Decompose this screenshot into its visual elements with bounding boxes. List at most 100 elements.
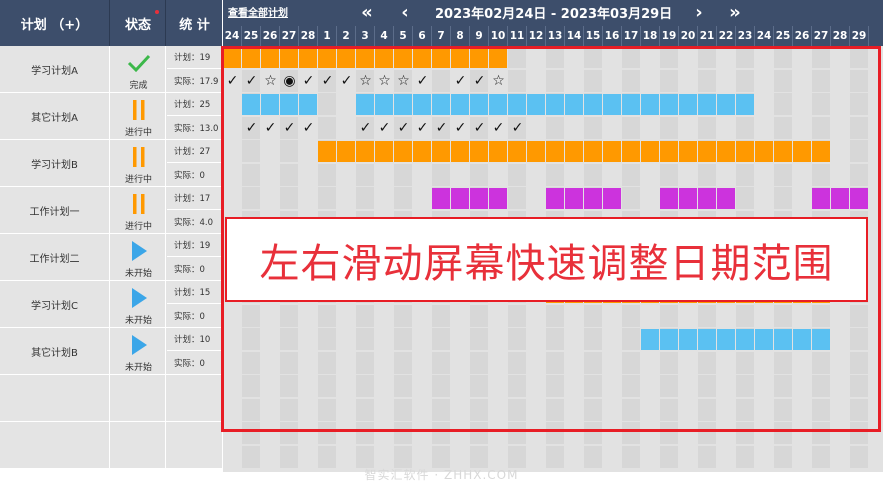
grid-cell[interactable] <box>565 163 583 186</box>
grid-cell[interactable] <box>413 351 431 374</box>
grid-cell[interactable] <box>280 163 298 186</box>
grid-cell[interactable] <box>641 69 659 92</box>
grid-cell[interactable] <box>451 163 469 186</box>
grid-cell[interactable] <box>413 163 431 186</box>
plan-bar-segment[interactable] <box>546 141 564 162</box>
grid-cell[interactable] <box>584 163 602 186</box>
grid-cell[interactable] <box>223 93 241 115</box>
plan-bar-segment[interactable] <box>318 141 336 162</box>
grid-cell[interactable] <box>736 46 754 68</box>
grid-cell[interactable] <box>584 375 602 397</box>
grid-cell[interactable] <box>508 187 526 209</box>
grid-cell[interactable] <box>565 69 583 92</box>
grid-cell[interactable] <box>850 351 868 374</box>
plan-row[interactable]: 学习计划A 完成 计划：19 实际：17.9 <box>0 46 222 93</box>
grid-cell[interactable] <box>299 304 317 327</box>
grid-cell[interactable] <box>736 351 754 374</box>
grid-cell[interactable] <box>831 328 849 350</box>
grid-cell[interactable] <box>413 187 431 209</box>
grid-cell[interactable] <box>736 398 754 421</box>
grid-cell[interactable] <box>527 116 545 139</box>
grid-cell[interactable] <box>584 304 602 327</box>
grid-cell[interactable] <box>337 398 355 421</box>
grid-cell[interactable] <box>280 140 298 162</box>
first-page-button[interactable]: « <box>355 1 379 23</box>
grid-cell[interactable] <box>299 422 317 444</box>
grid-cell[interactable] <box>584 398 602 421</box>
grid-cell[interactable] <box>546 351 564 374</box>
grid-cell[interactable] <box>242 351 260 374</box>
grid-cell[interactable] <box>774 445 792 468</box>
grid-cell[interactable] <box>717 163 735 186</box>
grid-cell[interactable] <box>793 93 811 115</box>
grid-cell[interactable] <box>831 351 849 374</box>
plan-name[interactable]: 学习计划C <box>0 281 110 327</box>
plan-bar-segment[interactable] <box>242 47 260 68</box>
grid-cell[interactable] <box>451 351 469 374</box>
plan-bar-segment[interactable] <box>470 47 488 68</box>
grid-cell[interactable] <box>470 398 488 421</box>
grid-cell[interactable] <box>736 445 754 468</box>
grid-cell[interactable] <box>489 328 507 350</box>
grid-cell[interactable] <box>641 304 659 327</box>
grid-cell[interactable] <box>451 304 469 327</box>
plan-bar-segment[interactable] <box>622 141 640 162</box>
plan-bar-segment[interactable] <box>812 329 830 350</box>
grid-cell[interactable] <box>223 375 241 397</box>
grid-cell[interactable] <box>299 163 317 186</box>
plan-bar-segment[interactable] <box>508 141 526 162</box>
plan-bar-segment[interactable] <box>736 141 754 162</box>
grid-cell[interactable] <box>755 304 773 327</box>
plan-name[interactable]: 学习计划A <box>0 46 110 92</box>
grid-cell[interactable] <box>527 187 545 209</box>
progress-mark-icon[interactable]: ✓ <box>299 117 318 139</box>
grid-cell[interactable] <box>318 422 336 444</box>
grid-cell[interactable] <box>850 328 868 350</box>
grid-cell[interactable] <box>660 375 678 397</box>
grid-cell[interactable] <box>774 187 792 209</box>
grid-cell[interactable] <box>318 445 336 468</box>
grid-cell[interactable] <box>337 187 355 209</box>
grid-cell[interactable] <box>641 163 659 186</box>
grid-cell[interactable] <box>337 351 355 374</box>
grid-cell[interactable] <box>394 187 412 209</box>
plan-bar-segment[interactable] <box>261 47 279 68</box>
grid-cell[interactable] <box>432 163 450 186</box>
grid-cell[interactable] <box>508 69 526 92</box>
plan-name[interactable]: 其它计划B <box>0 328 110 374</box>
grid-cell[interactable] <box>774 46 792 68</box>
grid-cell[interactable] <box>242 398 260 421</box>
grid-cell[interactable] <box>508 46 526 68</box>
grid-cell[interactable] <box>318 398 336 421</box>
grid-cell[interactable] <box>356 375 374 397</box>
grid-cell[interactable] <box>337 163 355 186</box>
grid-cell[interactable] <box>717 116 735 139</box>
grid-cell[interactable] <box>565 375 583 397</box>
plan-bar-segment[interactable] <box>470 141 488 162</box>
grid-cell[interactable] <box>470 328 488 350</box>
plan-bar-segment[interactable] <box>356 141 374 162</box>
grid-cell[interactable] <box>622 187 640 209</box>
grid-cell[interactable] <box>755 187 773 209</box>
grid-cell[interactable] <box>603 304 621 327</box>
grid-cell[interactable] <box>261 187 279 209</box>
grid-cell[interactable] <box>356 328 374 350</box>
grid-cell[interactable] <box>546 163 564 186</box>
grid-cell[interactable] <box>318 93 336 115</box>
plan-bar-segment[interactable] <box>470 94 488 115</box>
grid-cell[interactable] <box>622 398 640 421</box>
grid-cell[interactable] <box>242 375 260 397</box>
grid-cell[interactable] <box>679 69 697 92</box>
grid-cell[interactable] <box>261 304 279 327</box>
grid-cell[interactable] <box>508 445 526 468</box>
grid-cell[interactable] <box>831 375 849 397</box>
grid-cell[interactable] <box>318 163 336 186</box>
grid-cell[interactable] <box>546 116 564 139</box>
grid-cell[interactable] <box>850 93 868 115</box>
grid-cell[interactable] <box>299 351 317 374</box>
grid-cell[interactable] <box>793 422 811 444</box>
grid-cell[interactable] <box>565 398 583 421</box>
plan-bar-segment[interactable] <box>774 141 792 162</box>
grid-cell[interactable] <box>375 304 393 327</box>
grid-cell[interactable] <box>622 328 640 350</box>
